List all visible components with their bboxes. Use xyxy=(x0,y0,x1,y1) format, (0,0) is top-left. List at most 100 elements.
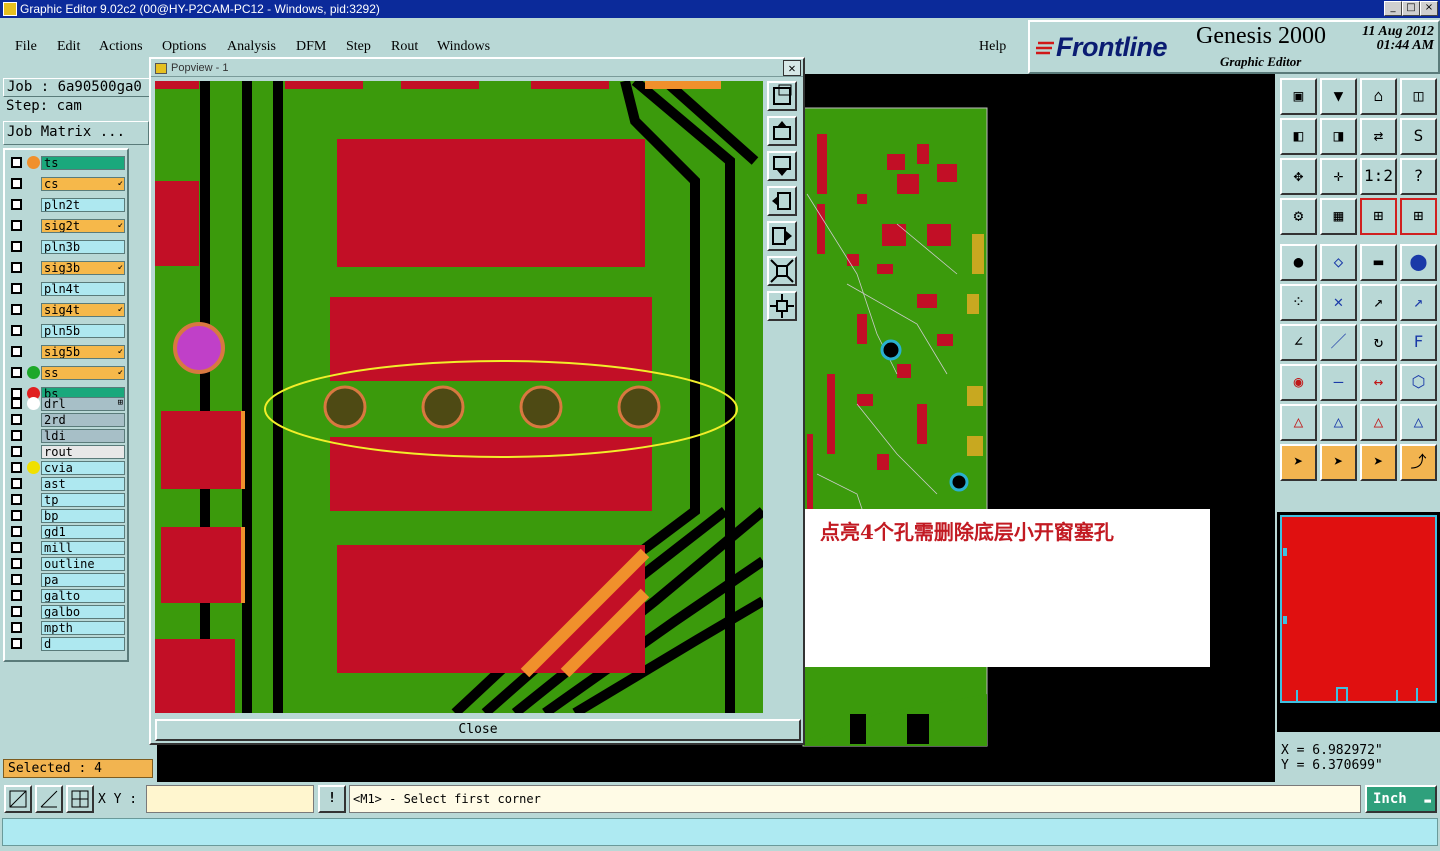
move-point-a-button[interactable]: ↗ xyxy=(1360,284,1397,321)
layer-checkbox[interactable] xyxy=(11,446,22,457)
menu-file[interactable]: File xyxy=(15,39,37,55)
layer-name[interactable]: cs xyxy=(41,177,125,191)
layer-name[interactable]: pa xyxy=(41,573,125,587)
layer-name[interactable]: tp xyxy=(41,493,125,507)
layer-name[interactable]: pln2t xyxy=(41,198,125,212)
minimize-button[interactable]: _ xyxy=(1384,1,1402,16)
layer-name[interactable]: ldi xyxy=(41,429,125,443)
job-matrix-button[interactable]: Job Matrix ... xyxy=(3,121,149,145)
grid-mode-button[interactable] xyxy=(66,785,94,813)
layer-name[interactable]: sig4t xyxy=(41,303,125,317)
layer-name[interactable]: drl xyxy=(41,397,125,411)
measure-ruler-button[interactable]: ▬ xyxy=(1360,244,1397,281)
drill-hole[interactable] xyxy=(421,385,465,429)
layer-row-tp[interactable]: tp xyxy=(9,493,125,507)
layer-checkbox[interactable] xyxy=(11,510,22,521)
layer-checkbox[interactable] xyxy=(11,304,22,315)
popview-pan-down-button[interactable] xyxy=(767,151,797,181)
layer-checkbox[interactable] xyxy=(11,574,22,585)
layer-name[interactable]: galbo xyxy=(41,605,125,619)
edge-c-button[interactable]: △ xyxy=(1360,404,1397,441)
xy-input[interactable] xyxy=(146,785,314,813)
zoom-right-button[interactable]: ◨ xyxy=(1320,118,1357,155)
scale-1-2-button[interactable]: 1:2 xyxy=(1360,158,1397,195)
grid-toggle-button[interactable]: ▦ xyxy=(1320,198,1357,235)
home-view-button[interactable]: ▣ xyxy=(1280,78,1317,115)
connect-nodes-button[interactable]: ⁘ xyxy=(1280,284,1317,321)
layer-row-galbo[interactable]: galbo xyxy=(9,605,125,619)
units-select[interactable]: Inch ▬ xyxy=(1365,785,1437,813)
exclamation-button[interactable]: ! xyxy=(318,785,346,813)
edge-b-button[interactable]: △ xyxy=(1320,404,1357,441)
layer-row-pln2t[interactable]: pln2t xyxy=(9,198,125,212)
layer-checkbox[interactable] xyxy=(11,241,22,252)
pointer-arc-button[interactable]: ➤ xyxy=(1360,444,1397,481)
menu-windows[interactable]: Windows xyxy=(437,39,490,55)
layer-row-ast[interactable]: ast xyxy=(9,477,125,491)
layer-checkbox[interactable] xyxy=(11,262,22,273)
layer-stack-b-button[interactable]: ⊞ xyxy=(1400,198,1437,235)
mini-map[interactable] xyxy=(1277,512,1440,732)
drill-hole[interactable] xyxy=(617,385,661,429)
shape-group-button[interactable]: ⬡ xyxy=(1400,364,1437,401)
move-point-b-button[interactable]: ↗ xyxy=(1400,284,1437,321)
layer-row-mill[interactable]: mill xyxy=(9,541,125,555)
popview-board[interactable] xyxy=(155,81,763,713)
layer-stack-a-button[interactable]: ⊞ xyxy=(1360,198,1397,235)
layer-name[interactable]: rout xyxy=(41,445,125,459)
layer-row-ldi[interactable]: ldi xyxy=(9,429,125,443)
layer-checkbox[interactable] xyxy=(11,199,22,210)
layer-row-gd1[interactable]: gd1 xyxy=(9,525,125,539)
layer-checkbox[interactable] xyxy=(11,346,22,357)
layer-name[interactable]: mill xyxy=(41,541,125,555)
flip-ff-button[interactable]: F xyxy=(1400,324,1437,361)
layer-name[interactable]: ast xyxy=(41,477,125,491)
drill-hole[interactable] xyxy=(323,385,367,429)
layer-name[interactable]: pln3b xyxy=(41,240,125,254)
step-view-button[interactable]: S xyxy=(1400,118,1437,155)
snap-center-button[interactable]: ✕ xyxy=(1320,284,1357,321)
layer-name[interactable]: bp xyxy=(41,509,125,523)
layer-checkbox[interactable] xyxy=(11,178,22,189)
menu-analysis[interactable]: Analysis xyxy=(227,39,276,55)
swap-view-button[interactable]: ⇄ xyxy=(1360,118,1397,155)
menu-dfm[interactable]: DFM xyxy=(296,39,326,55)
layer-name[interactable]: outline xyxy=(41,557,125,571)
menu-actions[interactable]: Actions xyxy=(99,39,143,55)
layer-row-pln4t[interactable]: pln4t xyxy=(9,282,125,296)
cut-line-button[interactable]: — xyxy=(1320,364,1357,401)
layer-name[interactable]: galto xyxy=(41,589,125,603)
menu-rout[interactable]: Rout xyxy=(391,39,418,55)
layer-name[interactable]: sig5b xyxy=(41,345,125,359)
layer-row-sig3b[interactable]: sig3b ↙ xyxy=(9,261,125,275)
popview-close-button[interactable]: Close xyxy=(155,719,801,741)
layer-checkbox[interactable] xyxy=(11,367,22,378)
layer-checkbox[interactable] xyxy=(11,430,22,441)
pointer-box-button[interactable]: ➤ xyxy=(1320,444,1357,481)
layer-checkbox[interactable] xyxy=(11,220,22,231)
popview-zoom-in-button[interactable] xyxy=(767,291,797,321)
layer-checkbox[interactable] xyxy=(11,325,22,336)
layer-checkbox[interactable] xyxy=(11,478,22,489)
layer-row-rout[interactable]: rout xyxy=(9,445,125,459)
layer-row-sig5b[interactable]: sig5b ↙ xyxy=(9,345,125,359)
zoom-home-button[interactable]: ▼ xyxy=(1320,78,1357,115)
round-pad-button[interactable]: ⬤ xyxy=(1400,244,1437,281)
fit-view-button[interactable]: ✥ xyxy=(1280,158,1317,195)
window-close-button[interactable]: × xyxy=(1420,1,1438,16)
select-shape-button[interactable]: ◇ xyxy=(1320,244,1357,281)
layer-row-ss[interactable]: ss ↙ xyxy=(9,366,125,380)
popview-zoom-out-button[interactable] xyxy=(767,256,797,286)
layer-name[interactable]: cvia xyxy=(41,461,125,475)
layer-name[interactable]: d xyxy=(41,637,125,651)
edge-a-button[interactable]: △ xyxy=(1280,404,1317,441)
layer-name[interactable]: mpth xyxy=(41,621,125,635)
help-query-button[interactable]: ? xyxy=(1400,158,1437,195)
layer-row-sig2t[interactable]: sig2t ↙ xyxy=(9,219,125,233)
angle-line-button[interactable]: ∠ xyxy=(1280,324,1317,361)
layer-name[interactable]: ts xyxy=(41,156,125,170)
layer-checkbox[interactable] xyxy=(11,157,22,168)
layer-row-drl[interactable]: drl ⊞ xyxy=(9,397,125,411)
layer-row-outline[interactable]: outline xyxy=(9,557,125,571)
layer-row-bp[interactable]: bp xyxy=(9,509,125,523)
